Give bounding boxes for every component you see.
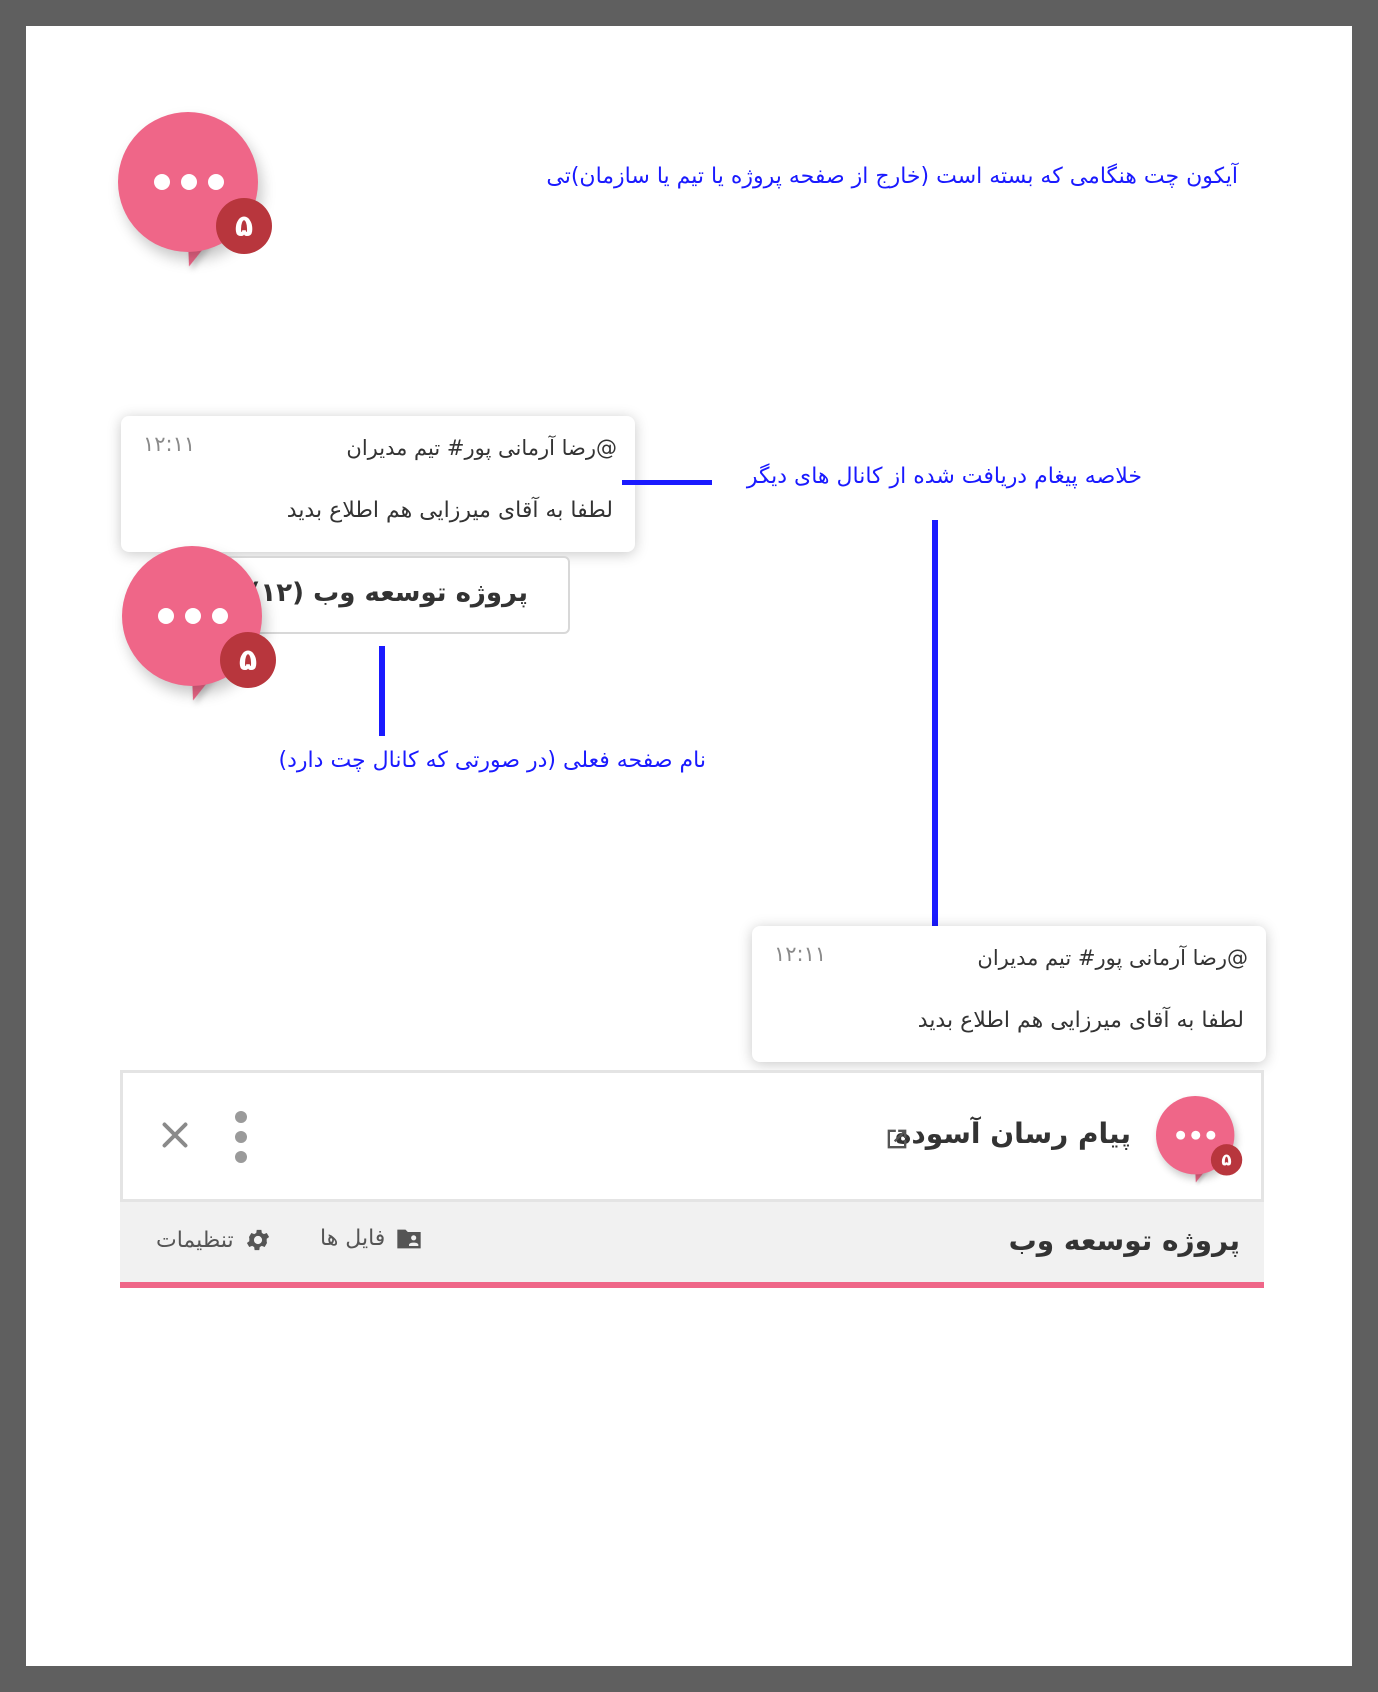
message-sender: @رضا آرمانی پور# تیم مدیران bbox=[346, 436, 617, 460]
more-options-icon[interactable] bbox=[235, 1111, 247, 1163]
unread-badge: ۵ bbox=[216, 198, 272, 254]
page-canvas bbox=[26, 26, 1352, 1666]
close-icon[interactable] bbox=[157, 1117, 193, 1153]
chat-launcher-open[interactable]: ۵ bbox=[122, 546, 276, 705]
message-text: لطفا به آقای میرزایی هم اطلاع بدید bbox=[917, 1008, 1244, 1033]
project-name: پروژه توسعه وب bbox=[1008, 1224, 1240, 1257]
message-preview-card[interactable]: @رضا آرمانی پور# تیم مدیران ۱۲:۱۱ لطفا ب… bbox=[752, 926, 1266, 1062]
more-dots-icon bbox=[158, 608, 228, 624]
annotation-current-page: نام صفحه فعلی (در صورتی که کانال چت دارد… bbox=[278, 748, 706, 773]
more-dots-icon bbox=[154, 174, 224, 190]
message-preview-card[interactable]: @رضا آرمانی پور# تیم مدیران ۱۲:۱۱ لطفا ب… bbox=[121, 416, 635, 552]
current-page-name: پروژه توسعه وب (۱۲) bbox=[249, 578, 528, 608]
annotation-connector bbox=[932, 520, 938, 966]
gear-icon bbox=[246, 1229, 269, 1251]
annotation-closed-icon: آیکون چت هنگامی که بسته است (خارج از صفح… bbox=[546, 164, 1238, 189]
annotation-connector bbox=[622, 480, 712, 485]
current-page-label[interactable]: پروژه توسعه وب (۱۲) bbox=[208, 556, 570, 634]
more-dots-icon bbox=[1176, 1130, 1216, 1140]
folder-icon bbox=[397, 1229, 421, 1248]
unread-badge: ۵ bbox=[220, 632, 276, 688]
message-time: ۱۲:۱۱ bbox=[143, 432, 196, 456]
annotation-message-summary: خلاصه پیغام دریافت شده از کانال های دیگر bbox=[746, 464, 1142, 489]
tab-settings-label: تنظیمات bbox=[156, 1227, 234, 1253]
annotation-connector bbox=[379, 646, 385, 736]
tab-files-label: فایل ها bbox=[320, 1226, 386, 1251]
open-external-icon[interactable] bbox=[883, 1125, 911, 1153]
message-time: ۱۲:۱۱ bbox=[774, 942, 827, 966]
unread-badge: ۵ bbox=[1210, 1144, 1243, 1176]
tab-files[interactable]: فایل ها bbox=[320, 1226, 423, 1251]
chat-launcher-closed[interactable]: ۵ bbox=[118, 112, 272, 271]
tab-settings[interactable]: تنظیمات bbox=[156, 1226, 272, 1254]
messenger-title: پیام رسان آسوده bbox=[894, 1117, 1131, 1150]
messenger-chat-icon: ۵ bbox=[1156, 1096, 1243, 1185]
messenger-header: پیام رسان آسوده bbox=[120, 1070, 1264, 1202]
message-sender: @رضا آرمانی پور# تیم مدیران bbox=[977, 946, 1248, 970]
message-text: لطفا به آقای میرزایی هم اطلاع بدید bbox=[286, 498, 613, 523]
channel-tabbar: پروژه توسعه وب فایل ها تنظیمات bbox=[120, 1202, 1264, 1288]
